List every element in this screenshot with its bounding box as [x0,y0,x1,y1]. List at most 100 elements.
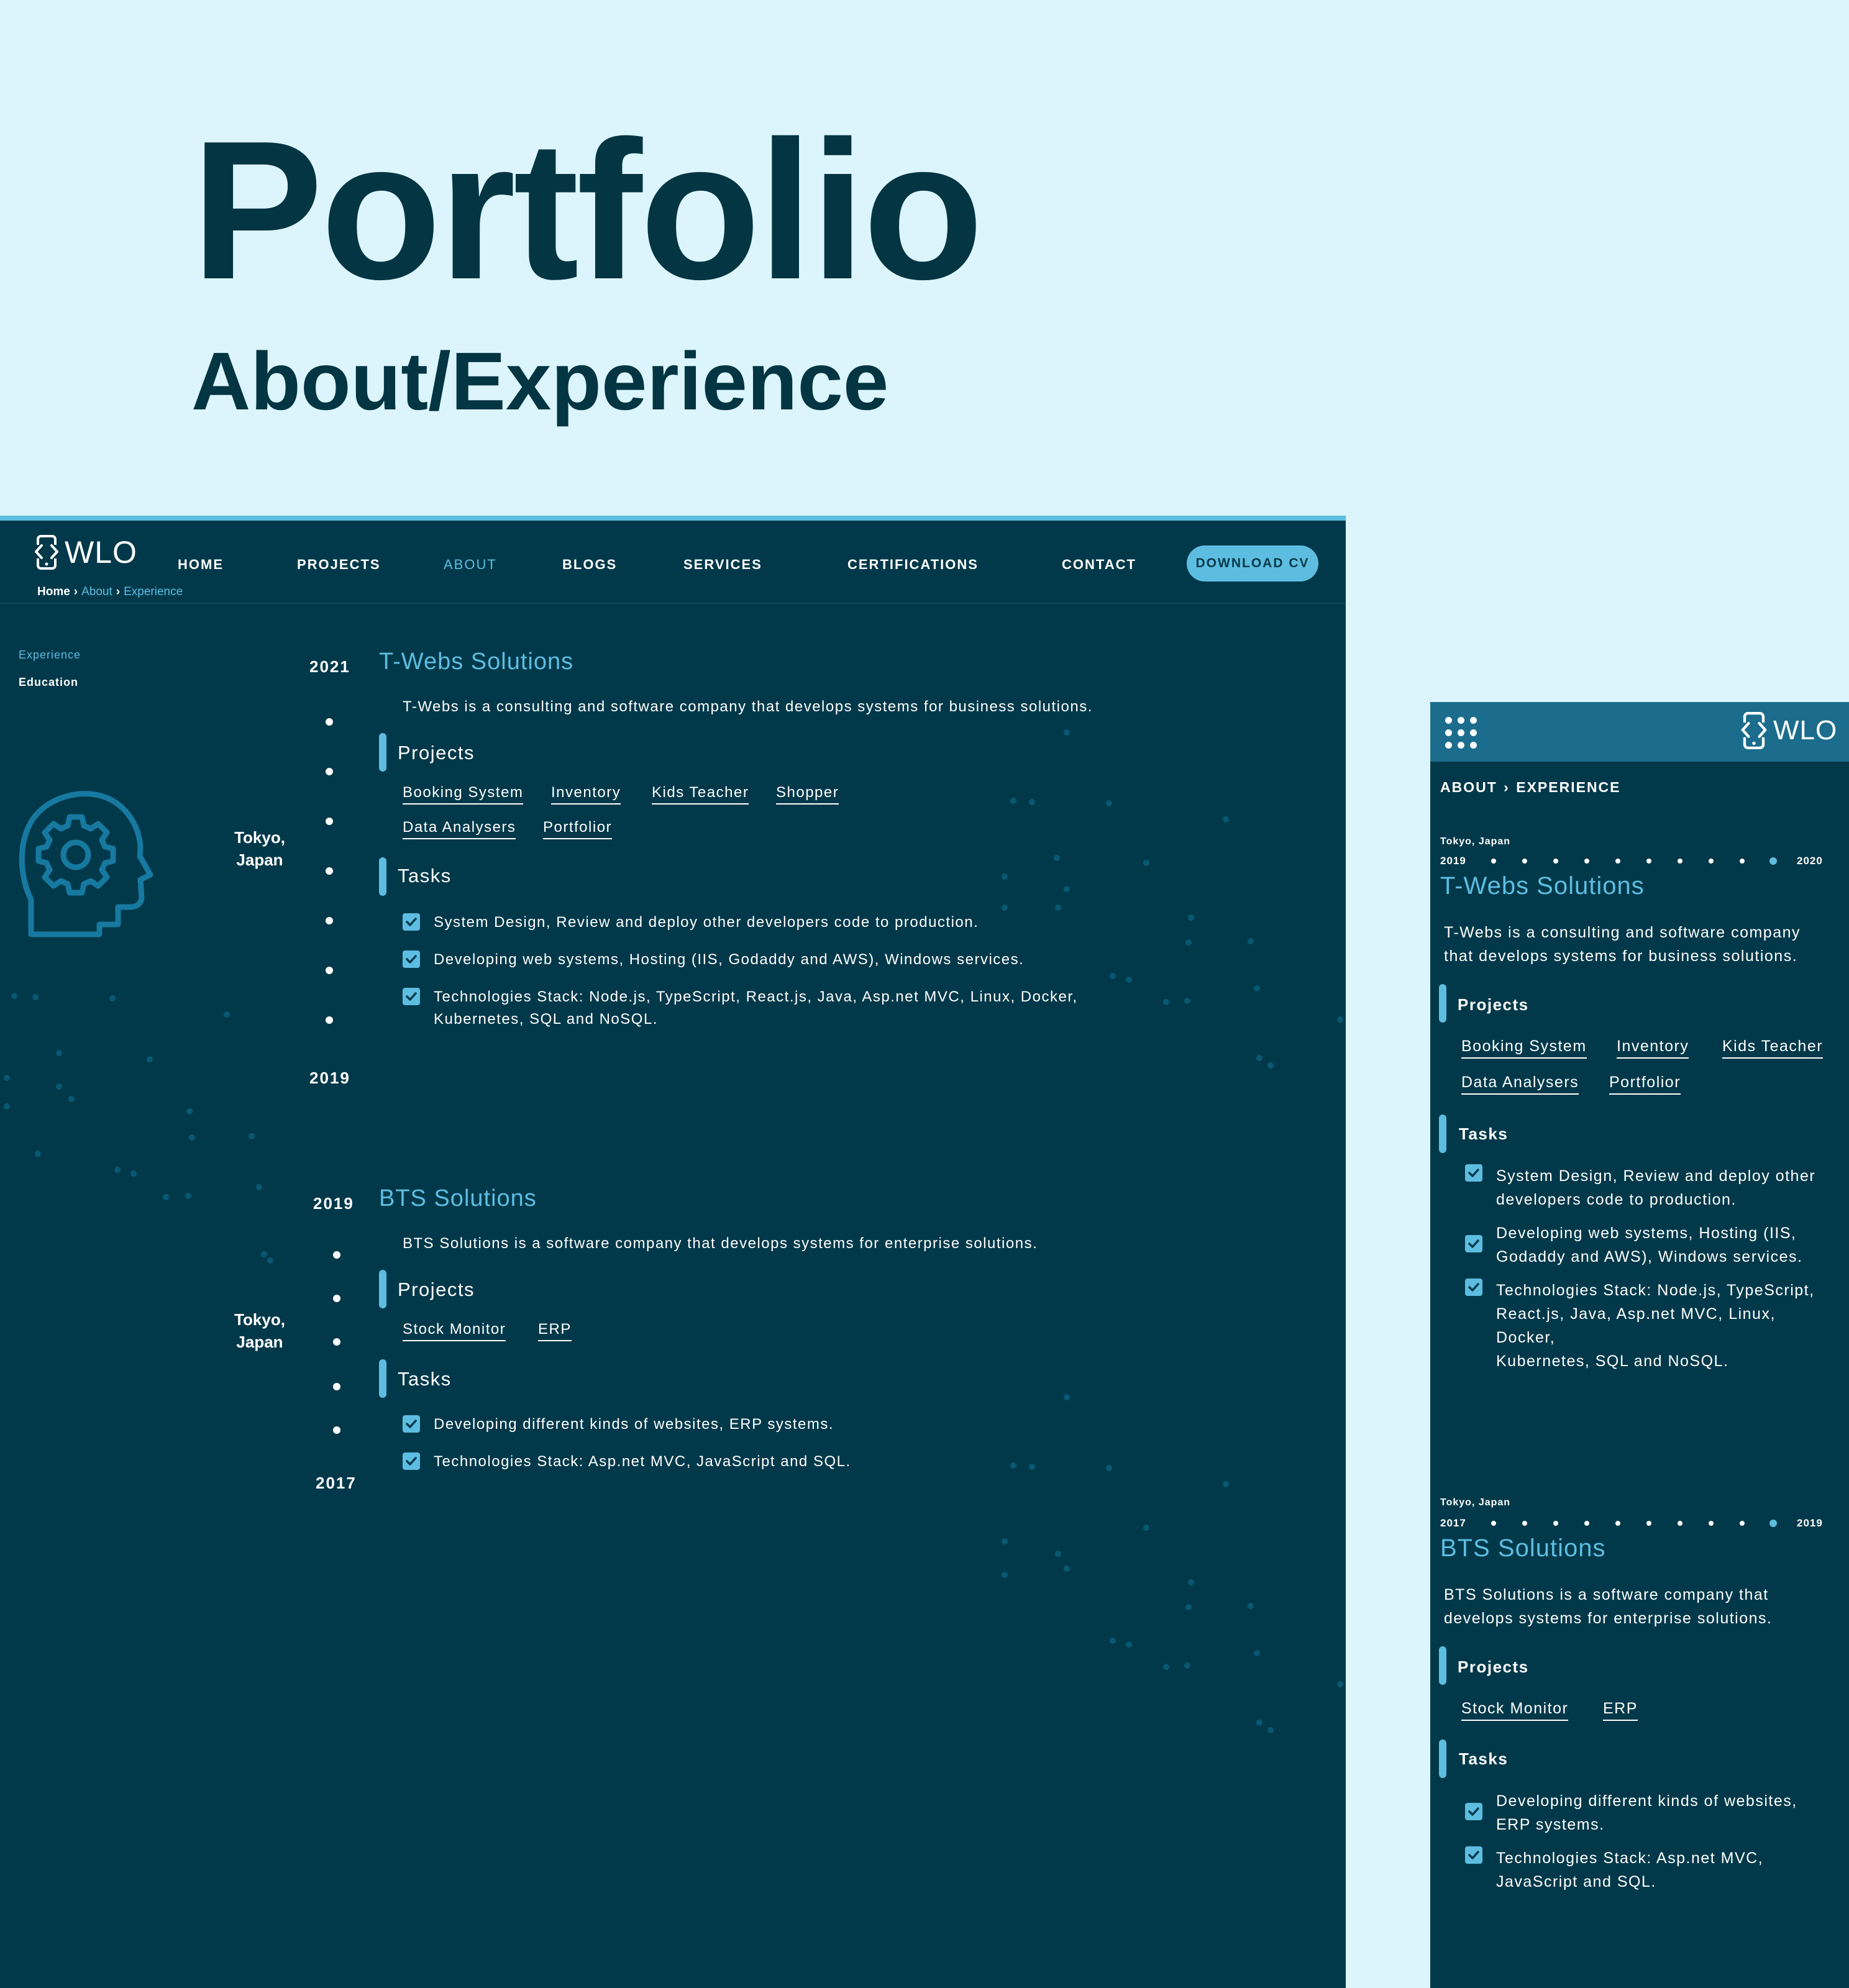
nav-services[interactable]: SERVICES [683,557,762,573]
nav-home[interactable]: HOME [178,557,224,573]
project-link[interactable]: Inventory [1617,1037,1689,1059]
particle-dot [249,1133,255,1139]
particle-dot [1267,1062,1274,1069]
particle-dot [1106,1465,1112,1471]
particle-dot [189,1134,195,1141]
task-item: System Design, Review and deploy other d… [1496,1167,1816,1208]
projects-accent-bar [1439,1646,1446,1685]
company-description: T-Webs is a consulting and software comp… [403,698,1093,715]
particle-dot [185,1193,191,1199]
particle-dot [267,1257,273,1264]
timeline-dot [1553,859,1558,864]
project-link[interactable]: Booking System [1461,1037,1587,1059]
particle-dot [261,1251,267,1257]
task-item: Technologies Stack: Node.js, TypeScript,… [1496,1282,1815,1370]
timeline-dot [1740,1521,1745,1526]
mobile-screen: WLO ABOUT › EXPERIENCE Tokyo, Japan 2019… [1430,702,1849,1988]
download-cv-button[interactable]: DOWNLOAD CV [1187,545,1318,581]
project-link[interactable]: ERP [1603,1700,1638,1721]
timeline-dot [1491,859,1496,864]
particle-dot [1010,798,1016,804]
particle-dot [1163,1664,1169,1670]
particle-dot [1126,1641,1132,1648]
timeline-dot [1491,1521,1496,1526]
project-link[interactable]: Data Analysers [403,819,516,839]
task-item: Technologies Stack: Node.js, TypeScript,… [434,988,1078,1005]
project-link[interactable]: Kids Teacher [1722,1037,1824,1059]
breadcrumb-current: Experience [124,585,183,598]
task-item: Developing different kinds of websites, … [1496,1792,1797,1833]
particle-dot [1064,1394,1070,1400]
breadcrumb-about[interactable]: About [81,585,112,598]
particle-dot [1184,1662,1190,1669]
timeline-dot [1646,859,1651,864]
tasks-heading: Tasks [398,865,452,887]
project-link[interactable]: Stock Monitor [1461,1700,1569,1721]
timeline-dot [1522,1521,1527,1526]
particle-dot [56,1050,62,1056]
particle-dot [1337,1016,1343,1023]
timeline-start-year: 2019 [313,1194,354,1213]
timeline-dot [1678,1521,1682,1526]
particle-dot [224,1011,230,1018]
project-link[interactable]: Kids Teacher [652,784,749,805]
chevron-right-icon: › [1504,779,1510,795]
particle-dot [1256,1720,1262,1726]
tasks-accent-bar [379,1359,386,1398]
project-link[interactable]: Portfolior [1609,1074,1681,1095]
timeline-dot [1584,859,1589,864]
breadcrumb-about[interactable]: ABOUT [1440,779,1497,795]
logo[interactable]: WLO [1738,712,1837,749]
side-menu-experience[interactable]: Experience [19,649,81,662]
project-link[interactable]: Data Analysers [1461,1074,1579,1095]
particle-dot [1248,938,1254,944]
particle-dot [1002,1538,1008,1544]
tasks-accent-bar [1439,1740,1446,1778]
breadcrumb-home[interactable]: Home [37,585,70,598]
project-link[interactable]: Inventory [551,784,621,805]
particle-dot [1029,799,1035,805]
particle-dot [1254,1650,1260,1656]
company-title: BTS Solutions [1440,1534,1606,1562]
nav-divider [0,603,1346,604]
project-link[interactable]: Stock Monitor [403,1321,506,1341]
project-link[interactable]: ERP [538,1321,572,1341]
nav-contact[interactable]: CONTACT [1062,557,1136,573]
timeline-end-year: 2017 [316,1474,357,1492]
company-description: BTS Solutions is a software company that… [1444,1586,1773,1627]
timeline-year-to: 2019 [1797,1517,1823,1529]
timeline-dot [326,768,333,775]
task-item: Developing different kinds of websites, … [434,1416,834,1433]
particle-dot [1188,1579,1194,1585]
particle-dot [1254,985,1260,992]
nav-projects[interactable]: PROJECTS [297,557,381,573]
side-menu-education[interactable]: Education [19,676,78,689]
location-label: Tokyo, Japan [234,1310,285,1351]
navbar: WLO HOME PROJECTS ABOUT BLOGS SERVICES C… [0,521,1346,603]
timeline-dot [333,1338,340,1346]
mobile-top-bar: WLO [1430,702,1849,762]
particle-dot [256,1184,262,1190]
particle-dot [163,1194,169,1200]
particle-dot [1143,1525,1149,1531]
nav-about[interactable]: ABOUT [444,557,497,573]
particle-dot [1055,905,1061,911]
particle-dot [1054,855,1060,861]
nav-certifications[interactable]: CERTIFICATIONS [847,557,979,573]
particle-dot [1256,1055,1262,1061]
particle-dot [35,1151,41,1157]
project-link[interactable]: Booking System [403,784,524,805]
task-item: Developing web systems, Hosting (IIS, Go… [1496,1224,1803,1265]
project-link[interactable]: Shopper [776,784,839,805]
timeline-dot [1615,859,1620,864]
timeline-start-year: 2021 [309,657,350,676]
timeline-dot [333,1383,340,1390]
task-item: Technologies Stack: Asp.net MVC, JavaScr… [1496,1849,1764,1890]
project-link[interactable]: Portfolior [543,819,613,839]
apps-menu-icon[interactable] [1445,717,1477,749]
checkbox-checked-icon [1465,1803,1482,1820]
logo[interactable]: WLO [32,534,137,570]
task-item: Kubernetes, SQL and NoSQL. [434,1011,658,1028]
particle-dot [1248,1603,1254,1609]
nav-blogs[interactable]: BLOGS [562,557,617,573]
